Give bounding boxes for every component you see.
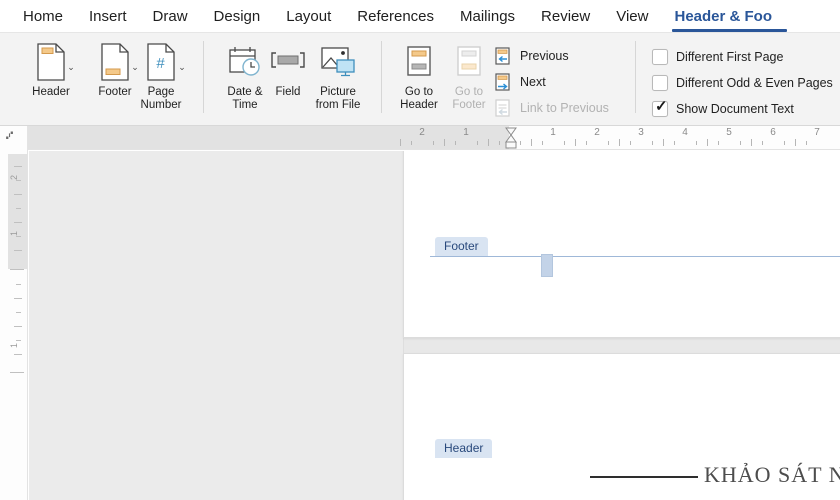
different-first-page-label: Different First Page bbox=[676, 50, 784, 64]
vertical-ruler[interactable]: ⑇ 2 1 1 bbox=[0, 126, 28, 500]
tab-draw[interactable]: Draw bbox=[140, 0, 201, 33]
link-to-previous-icon bbox=[493, 98, 513, 118]
indent-markers[interactable] bbox=[503, 126, 519, 150]
header-section-tab[interactable]: Header bbox=[435, 439, 493, 458]
header-dropdown-chevron-down-icon[interactable]: ⌄ bbox=[65, 61, 77, 73]
field-brackets-icon bbox=[270, 39, 306, 85]
horizontal-ruler-label: 6 bbox=[770, 127, 776, 138]
go-to-footer-button[interactable]: Go to Footer bbox=[440, 39, 498, 111]
tab-design[interactable]: Design bbox=[201, 0, 274, 33]
footer-button-label: Footer bbox=[98, 86, 132, 98]
go-to-header-icon bbox=[404, 39, 434, 85]
tab-header-and-footer[interactable]: Header & Foo bbox=[661, 0, 787, 33]
previous-button-label: Previous bbox=[520, 49, 569, 63]
ribbon-tab-bar: Home Insert Draw Design Layout Reference… bbox=[0, 0, 840, 33]
tab-mailings[interactable]: Mailings bbox=[447, 0, 528, 33]
show-document-text-label: Show Document Text bbox=[676, 102, 794, 116]
footer-page-icon bbox=[100, 39, 130, 85]
page-number-button[interactable]: # Page Number bbox=[132, 39, 190, 111]
checkbox-box bbox=[652, 49, 668, 65]
next-button-label: Next bbox=[520, 75, 546, 89]
footer-section-tab[interactable]: Footer bbox=[435, 237, 488, 256]
ribbon-divider-2 bbox=[381, 41, 382, 113]
go-to-footer-button-label: Go to Footer bbox=[452, 86, 486, 111]
vertical-ruler-label: 1 bbox=[9, 342, 19, 348]
header-button-label: Header bbox=[32, 86, 70, 98]
watermark-text: KHẢO SÁT N bbox=[704, 462, 840, 487]
page-header-section[interactable]: Header KHẢO SÁT N bbox=[403, 353, 840, 500]
text-cursor bbox=[541, 254, 553, 277]
word-window: Home Insert Draw Design Layout Reference… bbox=[0, 0, 840, 500]
tab-stop-marker-icon[interactable]: ⑇ bbox=[6, 129, 13, 141]
different-odd-and-even-pages-label: Different Odd & Even Pages bbox=[676, 76, 833, 90]
ribbon-divider-3 bbox=[635, 41, 636, 113]
tab-references[interactable]: References bbox=[344, 0, 447, 33]
next-button[interactable]: Next bbox=[493, 71, 546, 93]
link-to-previous-button-label: Link to Previous bbox=[520, 101, 609, 115]
picture-from-file-button-label: Picture from File bbox=[315, 86, 361, 111]
horizontal-ruler-label: 7 bbox=[814, 127, 820, 138]
page-footer-section[interactable]: Footer bbox=[403, 151, 840, 338]
horizontal-ruler-label: 5 bbox=[726, 127, 732, 138]
vertical-ruler-margin-zone bbox=[8, 154, 27, 269]
go-to-header-button-label: Go to Header bbox=[400, 86, 438, 111]
next-section-icon bbox=[493, 72, 513, 92]
checkbox-box: ✓ bbox=[652, 98, 668, 117]
horizontal-ruler[interactable]: 2 1 1 2 3 4 5 6 7 bbox=[28, 126, 840, 150]
horizontal-ruler-label: 3 bbox=[638, 127, 644, 138]
calendar-clock-icon bbox=[227, 39, 263, 85]
date-and-time-button-label: Date & Time bbox=[227, 86, 263, 111]
svg-text:#: # bbox=[156, 55, 165, 72]
horizontal-ruler-label: 4 bbox=[682, 127, 688, 138]
checkmark-icon: ✓ bbox=[655, 98, 668, 115]
checkbox-box bbox=[652, 75, 668, 91]
ribbon: Header ⌄ Footer ⌄ # Page Number ⌄ Date &… bbox=[0, 33, 840, 126]
page-number-dropdown-chevron-down-icon[interactable]: ⌄ bbox=[176, 61, 188, 73]
picture-from-file-button[interactable]: Picture from File bbox=[305, 39, 371, 111]
document-left-pane bbox=[29, 151, 404, 500]
page-number-button-label: Page Number bbox=[140, 86, 182, 111]
different-first-page-checkbox[interactable]: Different First Page bbox=[652, 47, 783, 67]
tab-layout[interactable]: Layout bbox=[273, 0, 344, 33]
horizontal-ruler-label: 2 bbox=[594, 127, 600, 138]
tab-review[interactable]: Review bbox=[528, 0, 603, 33]
go-to-footer-icon bbox=[454, 39, 484, 85]
footer-boundary-line bbox=[430, 256, 840, 257]
horizontal-ruler-label: 1 bbox=[463, 127, 469, 138]
header-page-icon bbox=[36, 39, 66, 85]
watermark-rule bbox=[590, 476, 698, 478]
tab-view[interactable]: View bbox=[603, 0, 661, 33]
previous-section-icon bbox=[493, 46, 513, 66]
horizontal-ruler-label: 2 bbox=[419, 127, 425, 138]
document-canvas[interactable]: Footer Header KHẢO SÁT N bbox=[29, 151, 840, 500]
different-odd-and-even-pages-checkbox[interactable]: Different Odd & Even Pages bbox=[652, 73, 833, 93]
field-button-label: Field bbox=[275, 86, 301, 98]
horizontal-ruler-label: 1 bbox=[550, 127, 556, 138]
link-to-previous-button[interactable]: Link to Previous bbox=[493, 97, 609, 119]
tab-insert[interactable]: Insert bbox=[76, 0, 140, 33]
previous-button[interactable]: Previous bbox=[493, 45, 569, 67]
picture-file-icon bbox=[319, 39, 357, 85]
page-number-icon: # bbox=[146, 39, 176, 85]
tab-home[interactable]: Home bbox=[10, 0, 76, 33]
horizontal-ruler-margin-zone bbox=[28, 126, 509, 149]
show-document-text-checkbox[interactable]: ✓ Show Document Text bbox=[652, 99, 794, 119]
ribbon-divider-1 bbox=[203, 41, 204, 113]
